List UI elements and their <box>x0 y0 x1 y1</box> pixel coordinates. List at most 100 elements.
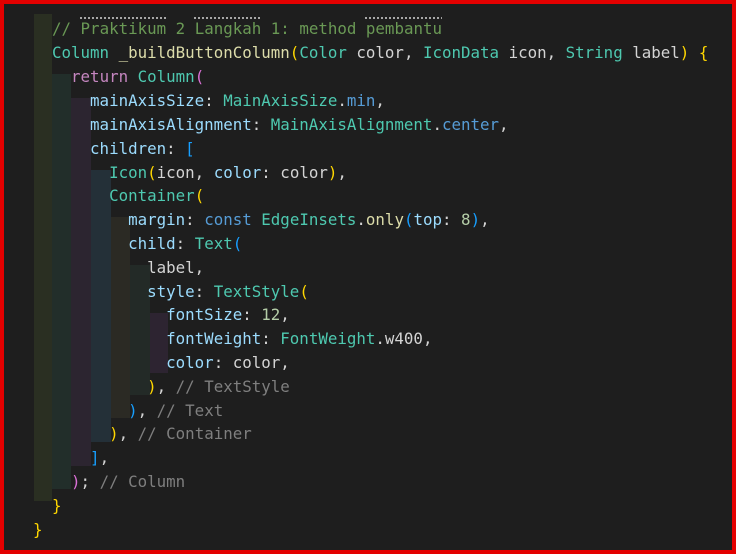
code-token: Icon <box>109 163 148 182</box>
code-token: : <box>242 305 262 324</box>
code-token: color <box>166 353 214 372</box>
code-token: mainAxisAlignment <box>90 115 252 134</box>
code-token: Color <box>299 43 347 62</box>
code-token: EdgeInsets <box>261 210 357 229</box>
code-token: ( <box>232 234 243 253</box>
code-token: Container <box>109 186 195 205</box>
code-token: Column <box>52 43 110 62</box>
code-token: ) <box>109 424 119 443</box>
code-token: const <box>204 210 252 229</box>
code-token: // TextStyle <box>175 377 290 396</box>
code-line: Icon(icon, color: color), <box>52 161 347 185</box>
code-token: , <box>118 424 138 443</box>
code-token: Text <box>194 234 233 253</box>
code-line: mainAxisSize: MainAxisSize.min, <box>52 89 385 113</box>
code-editor[interactable]: // Praktikum 2 Langkah 1: method pembant… <box>14 14 728 544</box>
code-token: ( <box>194 186 205 205</box>
code-token: , <box>99 448 110 467</box>
code-token: label <box>622 43 680 62</box>
code-token: fontWeight <box>166 329 262 348</box>
code-token: Column <box>137 67 195 86</box>
code-token: : color <box>261 163 328 182</box>
code-line: ); // Column <box>52 470 185 494</box>
code-line: ], <box>52 446 109 470</box>
code-line: // Praktikum 2 Langkah 1: method pembant… <box>52 17 442 41</box>
code-token: IconData <box>422 43 500 62</box>
code-token: ) <box>327 163 338 182</box>
code-token: { <box>698 43 709 62</box>
code-token: ( <box>147 163 157 182</box>
code-token: , <box>337 163 347 182</box>
code-token: : <box>204 91 224 110</box>
code-token: // Container <box>137 424 252 443</box>
code-token: 8 <box>461 210 471 229</box>
code-token: _buildButtonColumn <box>118 43 290 62</box>
code-token: : color, <box>213 353 290 372</box>
code-token: , <box>480 210 490 229</box>
code-token: ) <box>128 401 138 420</box>
code-token: ] <box>90 448 100 467</box>
code-line: ), // Container <box>52 422 252 446</box>
code-token: ) <box>147 377 157 396</box>
code-token: icon, <box>156 163 214 182</box>
code-token: . <box>337 91 347 110</box>
code-token: : <box>194 282 214 301</box>
code-line: color: color, <box>52 351 290 375</box>
code-token: . <box>432 115 442 134</box>
code-token: return <box>71 67 129 86</box>
code-token: style <box>147 282 195 301</box>
code-token: // Column <box>99 472 186 491</box>
code-token: : <box>185 210 205 229</box>
code-token: children <box>90 139 167 158</box>
code-token: min <box>346 91 376 110</box>
code-token: , <box>499 115 509 134</box>
indent-guide <box>34 14 52 501</box>
code-token: ; <box>80 472 100 491</box>
code-token: String <box>565 43 623 62</box>
code-token: ( <box>289 43 300 62</box>
code-token: icon, <box>499 43 566 62</box>
code-token: [ <box>185 139 195 158</box>
code-line: child: Text( <box>52 232 242 256</box>
code-token: TextStyle <box>213 282 300 301</box>
code-token: // Text <box>156 401 224 420</box>
code-line: ), // Text <box>52 399 223 423</box>
code-token: 12 <box>261 305 281 324</box>
code-token: } <box>33 520 43 539</box>
code-token: : <box>251 115 271 134</box>
code-token: ) <box>71 472 81 491</box>
code-token: , <box>156 377 176 396</box>
code-line: ), // TextStyle <box>52 375 290 399</box>
code-line: } <box>33 518 43 542</box>
code-token: mainAxisSize <box>90 91 205 110</box>
code-token: ( <box>299 282 309 301</box>
code-line: fontSize: 12, <box>52 303 290 327</box>
code-token: : <box>442 210 462 229</box>
code-line: mainAxisAlignment: MainAxisAlignment.cen… <box>52 113 509 137</box>
code-token: // <box>52 19 81 38</box>
code-token: Langkah <box>194 19 262 38</box>
code-line: label, <box>52 256 204 280</box>
code-token: color, <box>346 43 423 62</box>
code-token: top <box>413 210 443 229</box>
code-line: } <box>52 494 62 518</box>
code-token: only <box>365 210 404 229</box>
code-line: Column _buildButtonColumn(Color color, I… <box>52 41 708 65</box>
